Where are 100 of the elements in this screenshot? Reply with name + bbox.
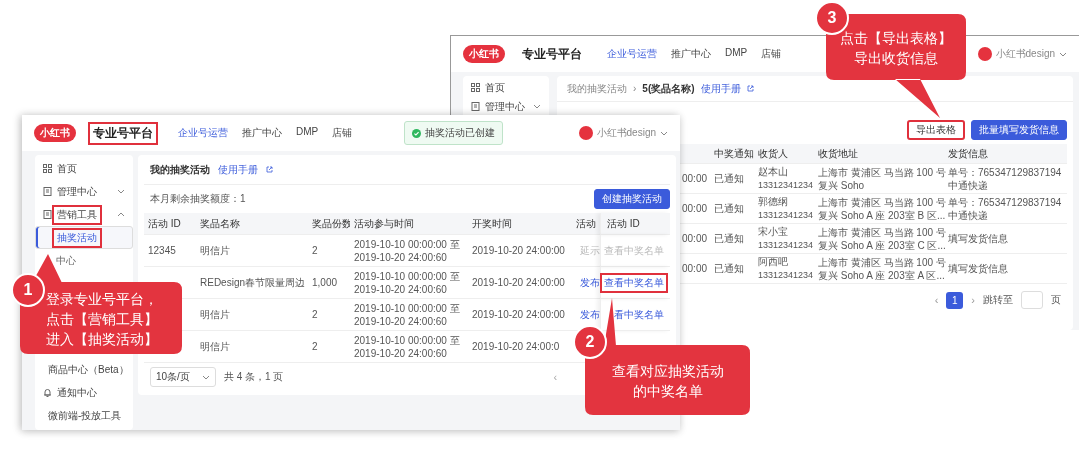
table-cell-text: 已通知	[714, 172, 745, 185]
table-cell-text: 1,000	[312, 276, 339, 289]
platform-title: 专业号平台	[521, 45, 583, 63]
table-cell-text: 宋小宝 13312341234	[758, 225, 815, 252]
column-header: 奖品名称	[200, 216, 241, 231]
table-cell-text: 2	[312, 244, 319, 257]
table-cell-text: 2019-10-20 24:00:0	[472, 340, 561, 353]
external-link-icon	[266, 166, 273, 173]
grid-icon	[43, 164, 52, 173]
jump-label: 跳转至	[983, 293, 1013, 307]
table-cell-text: 已通知	[714, 232, 745, 245]
callout-text: 查看对应抽奖活动 的中奖名单	[611, 362, 724, 401]
table-cell-text: 2019-10-10 00:00:00 至 2019-10-20 24:00:60	[354, 301, 461, 328]
column-header: 收货地址	[818, 146, 859, 161]
external-link-icon	[746, 85, 754, 92]
table-cell-text: 00:00	[682, 172, 709, 185]
help-link[interactable]: 使用手册	[218, 162, 258, 177]
help-link[interactable]: 使用手册	[700, 81, 741, 96]
nav-tab[interactable]: 店铺	[332, 126, 353, 140]
nav-tab[interactable]: 企业号运营	[178, 126, 228, 140]
table-cell-text: 00:00	[682, 202, 709, 215]
table-cell-text: 明信片	[200, 340, 231, 353]
create-button[interactable]: 创建抽奖活动	[594, 189, 670, 209]
table-cell-text: 已通知	[714, 202, 745, 215]
table-cell-text: 2019-10-20 24:00:00	[472, 276, 566, 289]
export-button[interactable]: 导出表格	[907, 120, 965, 140]
chevron-icon	[533, 104, 541, 109]
table-cell-text: 阿西吧 13312341234	[758, 255, 815, 282]
table-cell-text: 明信片	[200, 308, 231, 321]
document-icon	[471, 102, 480, 111]
column-header: 发货信息	[948, 146, 989, 161]
winners-list-link[interactable]: 查看中奖名单	[600, 272, 668, 293]
fill-shipping-link[interactable]: 填写发货信息	[948, 262, 1066, 275]
table-cell-text: 赵本山 13312341234	[758, 165, 815, 192]
sidebar-item[interactable]: 营销工具	[35, 203, 133, 226]
table-cell: 上海市 黄浦区 马当路 100 号 复兴 Soho A 座 203室 B 区...	[818, 195, 946, 222]
column-header: 活动 ID	[607, 216, 640, 231]
nav-tab[interactable]: 店铺	[761, 47, 782, 61]
table-cell-text: 明信片	[200, 244, 231, 257]
document-icon	[43, 187, 52, 196]
user-name[interactable]: 小红书design	[995, 47, 1055, 61]
status-link[interactable]: 发布	[576, 304, 598, 325]
logo[interactable]: 小红书	[34, 124, 76, 142]
document-icon	[43, 210, 52, 219]
nav-tab[interactable]: 推广中心	[242, 126, 282, 140]
sidebar-item[interactable]: 管理中心	[35, 180, 133, 203]
breadcrumb-separator: ›	[633, 83, 637, 94]
sidebar-item[interactable]: 微前端-投放工具	[35, 404, 133, 427]
sidebar-item[interactable]: 首页	[463, 78, 549, 97]
table-cell-text: 郭德纲 13312341234	[758, 195, 815, 222]
chevron-icon	[117, 212, 125, 217]
column-header: 中奖通知	[714, 146, 755, 161]
sidebar-item[interactable]: 商品中心（Beta）	[35, 358, 133, 381]
nav-tab[interactable]: DMP	[296, 126, 319, 140]
chevron-icon	[1059, 51, 1067, 57]
table-cell-text: 单号：765347129837194 中通快递	[948, 195, 1063, 222]
sidebar-item[interactable]: 中心	[35, 249, 133, 272]
quota-text: 本月剩余抽奖额度：1	[150, 192, 246, 206]
check-icon	[412, 128, 422, 138]
column-header: 收货人	[758, 146, 789, 161]
column-header: 活动 ID	[148, 216, 182, 231]
table-cell: 上海市 黄浦区 马当路 100 号 复兴 Soho A 座 203室 C 区...	[818, 225, 946, 252]
sidebar-item[interactable]: 首页	[35, 157, 133, 180]
column-header: 开奖时间	[472, 216, 513, 231]
step-badge: 1	[11, 273, 45, 307]
chevron-icon	[117, 189, 125, 194]
avatar[interactable]	[578, 126, 593, 140]
status-link[interactable]: 发布	[576, 272, 598, 293]
table-cell-text: 2	[312, 340, 319, 353]
fill-shipping-link[interactable]: 填写发货信息	[948, 232, 1066, 245]
chevron-icon	[660, 130, 668, 136]
page-size-select[interactable]: 10条/页	[150, 367, 216, 387]
table-cell-text: 2019-10-10 00:00:00 至 2019-10-20 24:00:60	[354, 269, 461, 296]
table-cell: 上海市 黄浦区 马当路 100 号 复兴 Soho A 座 203室 A 区...	[818, 255, 946, 282]
grid-icon	[471, 83, 480, 92]
avatar[interactable]	[977, 47, 992, 61]
page-input[interactable]	[1021, 291, 1043, 309]
winners-list-link[interactable]: 看中奖名单	[610, 304, 668, 325]
table-cell-text: 2019-10-10 00:00:00 至 2019-10-20 24:00:60	[354, 237, 461, 264]
nav-tab[interactable]: 企业号运营	[607, 47, 657, 61]
sidebar-item[interactable]: 抽奖活动	[35, 226, 133, 249]
nav-tab[interactable]: 推广中心	[671, 47, 711, 61]
page-button[interactable]: 1	[946, 291, 964, 309]
table-cell-text: 00:00	[682, 232, 709, 245]
logo[interactable]: 小红书	[463, 45, 505, 63]
table-cell-text: 2019-10-20 24:00:00	[472, 244, 566, 257]
sidebar-item[interactable]: 通知中心	[35, 381, 133, 404]
sidebar-item[interactable]: 管理中心	[463, 97, 549, 116]
nav-tab[interactable]: DMP	[725, 47, 748, 61]
table-cell: 上海市 黄浦区 马当路 100 号 复兴 Soho	[818, 165, 946, 192]
toast-message: 抽奖活动已创建	[425, 126, 496, 140]
batch-fill-button[interactable]: 批量填写发货信息	[971, 120, 1067, 140]
page-unit: 页	[1051, 293, 1061, 307]
table-cell-text: 已通知	[714, 262, 745, 275]
table-cell-text: 2	[312, 308, 319, 321]
table-cell-text: 单号：765347129837194 中通快递	[948, 165, 1063, 192]
breadcrumb-link[interactable]: 我的抽奖活动	[567, 81, 627, 96]
prev-page-button[interactable]: ‹	[934, 294, 939, 306]
user-name[interactable]: 小红书design	[596, 126, 656, 140]
total-count: 共 4 条，1 页	[223, 370, 284, 384]
